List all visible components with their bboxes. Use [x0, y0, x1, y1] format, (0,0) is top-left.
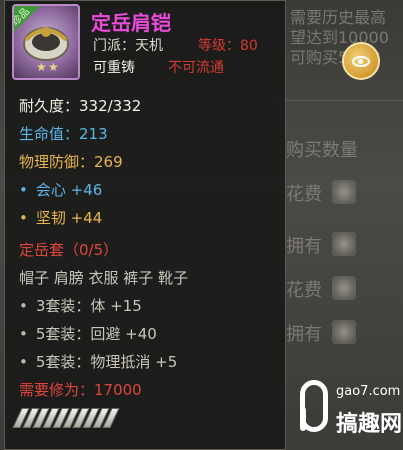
phys-def-stat: 物理防御：269: [19, 153, 123, 171]
scroll-icon: [332, 320, 356, 344]
owned-label: 拥有: [286, 236, 322, 257]
set-pieces: 帽子 肩膀 衣服 裤子 靴子: [19, 269, 189, 287]
set-bonus: • 3套装：体 +15: [19, 297, 142, 315]
bullet-icon: •: [19, 209, 28, 227]
watermark-domain: gao7.com: [336, 384, 401, 399]
set-bonus: • 5套装：回避 +40: [19, 325, 157, 343]
item-name: 定岳肩铠: [91, 11, 171, 35]
cost-label: 花费: [286, 280, 322, 301]
trade-status: 不可流通: [168, 60, 224, 76]
exp-segments-bar: [12, 405, 120, 431]
bullet-icon: •: [19, 297, 28, 315]
owned-label: 拥有: [286, 324, 322, 345]
star-icon: ★: [48, 60, 59, 74]
buy-quantity-label: 购买数量: [286, 140, 358, 161]
set-title: 定岳套（0/5）: [19, 241, 119, 259]
extra-attr-tenacity: • 坚韧 +44: [19, 209, 103, 227]
bullet-icon: •: [19, 181, 28, 199]
reforge-status: 可重铸: [93, 60, 135, 76]
star-icon: ★: [36, 60, 47, 74]
scroll-icon: [332, 276, 356, 300]
item-icon: 珍品 ★ ★: [12, 4, 80, 80]
set-bonus: • 5套装：物理抵消 +5: [19, 353, 178, 371]
site-watermark: gao7.com 搞趣网: [296, 380, 403, 450]
currency-icon: [332, 180, 356, 204]
extra-attr-crit: • 会心 +46: [19, 181, 103, 199]
hp-stat: 生命值：213: [19, 125, 108, 143]
item-tooltip: 珍品 ★ ★ 定岳肩铠 门派：天机 等级：80 可重铸 不可流通 耐久度：332…: [4, 0, 286, 450]
durability-stat: 耐久度：332/332: [19, 97, 142, 115]
view-button[interactable]: [342, 42, 380, 80]
tooltip-header: 珍品 ★ ★ 定岳肩铠 门派：天机 等级：80 可重铸 不可流通: [5, 1, 287, 87]
bullet-icon: •: [19, 353, 28, 371]
currency-icon: [332, 232, 356, 256]
sect-requirement: 门派：天机: [93, 38, 163, 54]
level-requirement: 等级：80: [198, 38, 258, 54]
gao7-logo-icon: [300, 380, 328, 432]
divider: [272, 100, 403, 101]
cultivation-requirement: 需要修为：17000: [19, 381, 142, 399]
eye-icon: [352, 55, 370, 67]
watermark-site-name: 搞趣网: [336, 412, 403, 437]
bullet-icon: •: [19, 325, 28, 343]
cost-label: 花费: [286, 184, 322, 205]
